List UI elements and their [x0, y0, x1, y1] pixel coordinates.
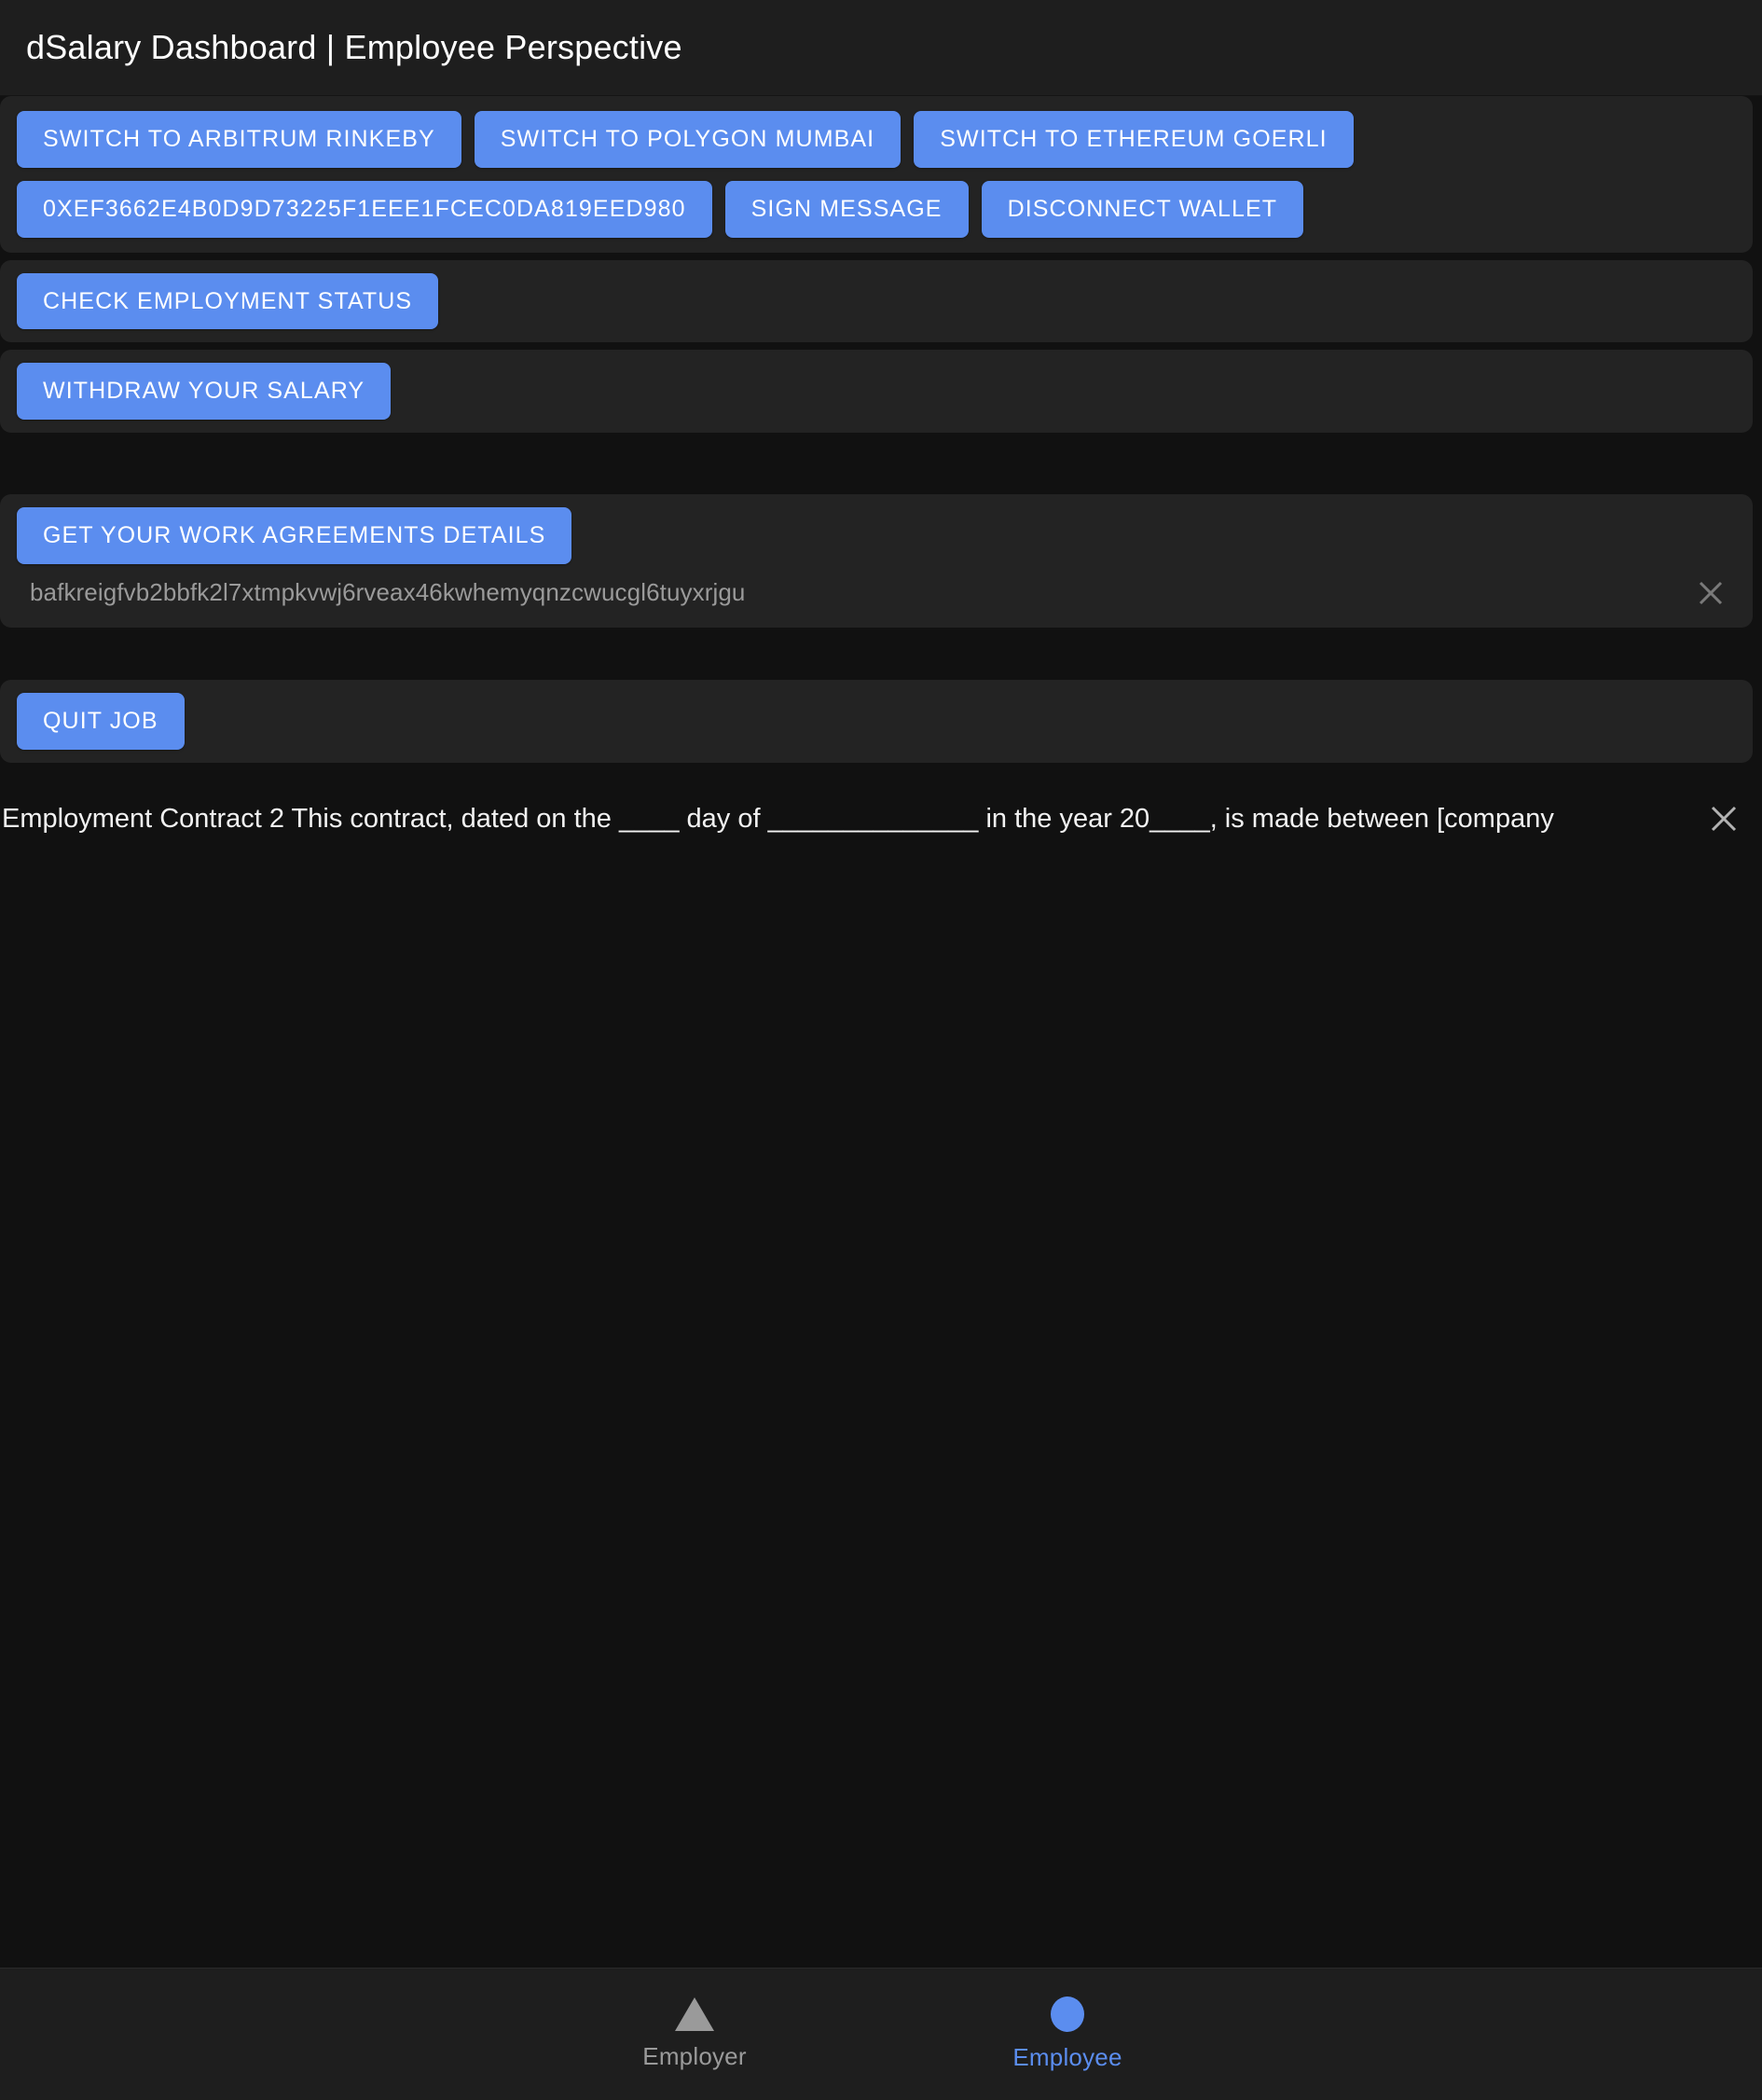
switch-ethereum-goerli-button[interactable]: SWITCH TO ETHEREUM GOERLI — [914, 111, 1354, 168]
check-employment-status-button[interactable]: CHECK EMPLOYMENT STATUS — [17, 272, 439, 330]
network-button-row: SWITCH TO ARBITRUM RINKEBY SWITCH TO POL… — [17, 111, 1736, 168]
wallet-address-button[interactable]: 0XEF3662E4B0D9D73225F1EEE1FCEC0DA819EED9… — [17, 180, 712, 238]
quit-job-button[interactable]: QUIT JOB — [17, 692, 185, 750]
work-agreements-panel: GET YOUR WORK AGREEMENTS DETAILS bafkrei… — [0, 494, 1753, 628]
nav-tab-employer[interactable]: Employer — [625, 1997, 764, 2071]
circle-icon — [1051, 1996, 1084, 2032]
switch-polygon-mumbai-button[interactable]: SWITCH TO POLYGON MUMBAI — [474, 111, 902, 168]
agreement-hash-text: bafkreigfvb2bbfk2l7xtmpkvwj6rveax46kwhem… — [30, 578, 746, 607]
network-wallet-panel: SWITCH TO ARBITRUM RINKEBY SWITCH TO POL… — [0, 96, 1753, 253]
close-icon[interactable] — [1708, 803, 1740, 835]
bottom-navigation: Employer Employee — [0, 1968, 1762, 2100]
get-work-agreements-button[interactable]: GET YOUR WORK AGREEMENTS DETAILS — [17, 507, 572, 564]
withdraw-salary-panel: WITHDRAW YOUR SALARY — [0, 350, 1753, 433]
quit-job-panel: QUIT JOB — [0, 679, 1753, 763]
app-header: dSalary Dashboard | Employee Perspective — [0, 0, 1762, 96]
wallet-button-row: 0XEF3662E4B0D9D73225F1EEE1FCEC0DA819EED9… — [17, 180, 1736, 238]
withdraw-salary-button[interactable]: WITHDRAW YOUR SALARY — [17, 363, 392, 420]
main-content: SWITCH TO ARBITRUM RINKEBY SWITCH TO POL… — [0, 96, 1762, 1968]
switch-arbitrum-rinkeby-button[interactable]: SWITCH TO ARBITRUM RINKEBY — [17, 111, 461, 168]
nav-tab-employee[interactable]: Employee — [998, 1996, 1137, 2072]
nav-tab-employer-label: Employer — [642, 2042, 747, 2070]
sign-message-button[interactable]: SIGN MESSAGE — [724, 180, 969, 238]
close-icon[interactable] — [1695, 577, 1727, 609]
contract-notice-row: Employment Contract 2 This contract, dat… — [0, 790, 1762, 847]
agreement-hash-row: bafkreigfvb2bbfk2l7xtmpkvwj6rveax46kwhem… — [17, 564, 1736, 615]
contract-notice-text: Employment Contract 2 This contract, dat… — [2, 803, 1554, 834]
app-root: dSalary Dashboard | Employee Perspective… — [0, 0, 1762, 2100]
page-title: dSalary Dashboard | Employee Perspective — [26, 28, 682, 66]
employment-status-panel: CHECK EMPLOYMENT STATUS — [0, 259, 1753, 343]
disconnect-wallet-button[interactable]: DISCONNECT WALLET — [981, 180, 1304, 238]
triangle-icon — [675, 1997, 714, 2031]
nav-tab-employee-label: Employee — [1012, 2043, 1122, 2071]
